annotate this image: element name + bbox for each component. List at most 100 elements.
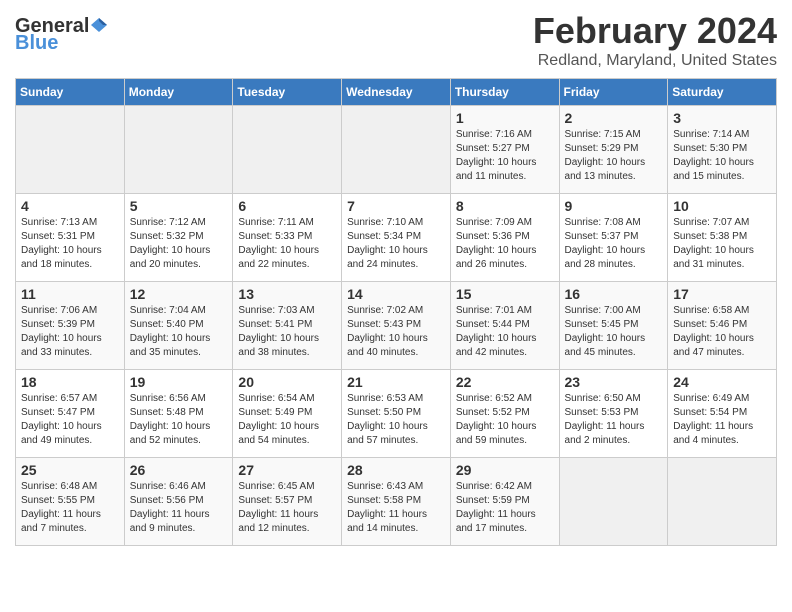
day-cell: 14 Sunrise: 7:02 AM Sunset: 5:43 PM Dayli… xyxy=(342,282,451,370)
week-row-5: 25 Sunrise: 6:48 AM Sunset: 5:55 PM Dayli… xyxy=(16,458,777,546)
day-number: 21 xyxy=(347,374,445,390)
day-cell: 16Sunrise: 7:00 AM Sunset: 5:45 PM Dayli… xyxy=(559,282,668,370)
day-info: Sunrise: 7:03 AM Sunset: 5:41 PM Dayligh… xyxy=(238,304,336,360)
day-number: 29 xyxy=(456,462,554,478)
day-info: Sunrise: 6:43 AM Sunset: 5:58 PM Dayligh… xyxy=(347,480,445,536)
day-number: 16 xyxy=(565,286,663,302)
day-cell: 11 Sunrise: 7:06 AM Sunset: 5:39 PM Dayli… xyxy=(16,282,125,370)
day-cell xyxy=(233,106,342,194)
day-cell: 2 Sunrise: 7:15 AM Sunset: 5:29 PM Daylig… xyxy=(559,106,668,194)
day-info: Sunrise: 7:11 AM Sunset: 5:33 PM Dayligh… xyxy=(238,216,336,272)
day-info: Sunrise: 7:02 AM Sunset: 5:43 PM Dayligh… xyxy=(347,304,445,360)
day-info: Sunrise: 7:09 AM Sunset: 5:36 PM Dayligh… xyxy=(456,216,554,272)
day-info: Sunrise: 7:12 AM Sunset: 5:32 PM Dayligh… xyxy=(130,216,228,272)
day-info: Sunrise: 6:53 AM Sunset: 5:50 PM Dayligh… xyxy=(347,392,445,448)
week-row-2: 4 Sunrise: 7:13 AM Sunset: 5:31 PM Daylig… xyxy=(16,194,777,282)
calendar-table: SundayMondayTuesdayWednesdayThursdayFrid… xyxy=(15,78,777,546)
month-title: February 2024 xyxy=(533,10,777,52)
day-number: 10 xyxy=(673,198,771,214)
day-cell: 13 Sunrise: 7:03 AM Sunset: 5:41 PM Dayli… xyxy=(233,282,342,370)
day-number: 13 xyxy=(238,286,336,302)
day-number: 14 xyxy=(347,286,445,302)
day-number: 11 xyxy=(21,286,119,302)
week-row-3: 11 Sunrise: 7:06 AM Sunset: 5:39 PM Dayli… xyxy=(16,282,777,370)
day-info: Sunrise: 7:16 AM Sunset: 5:27 PM Dayligh… xyxy=(456,128,554,184)
day-cell: 5 Sunrise: 7:12 AM Sunset: 5:32 PM Daylig… xyxy=(124,194,233,282)
day-info: Sunrise: 7:15 AM Sunset: 5:29 PM Dayligh… xyxy=(565,128,663,184)
day-cell: 17 Sunrise: 6:58 AM Sunset: 5:46 PM Dayli… xyxy=(668,282,777,370)
day-cell: 21 Sunrise: 6:53 AM Sunset: 5:50 PM Dayli… xyxy=(342,370,451,458)
day-number: 19 xyxy=(130,374,228,390)
day-info: Sunrise: 6:46 AM Sunset: 5:56 PM Dayligh… xyxy=(130,480,228,536)
day-cell: 27 Sunrise: 6:45 AM Sunset: 5:57 PM Dayli… xyxy=(233,458,342,546)
day-info: Sunrise: 6:54 AM Sunset: 5:49 PM Dayligh… xyxy=(238,392,336,448)
header: General Blue February 2024 Redland, Mary… xyxy=(15,10,777,70)
day-cell: 9 Sunrise: 7:08 AM Sunset: 5:37 PM Daylig… xyxy=(559,194,668,282)
col-header-monday: Monday xyxy=(124,79,233,106)
day-cell: 20Sunrise: 6:54 AM Sunset: 5:49 PM Dayli… xyxy=(233,370,342,458)
day-cell xyxy=(16,106,125,194)
day-number: 24 xyxy=(673,374,771,390)
day-info: Sunrise: 7:13 AM Sunset: 5:31 PM Dayligh… xyxy=(21,216,119,272)
day-cell xyxy=(124,106,233,194)
day-info: Sunrise: 6:48 AM Sunset: 5:55 PM Dayligh… xyxy=(21,480,119,536)
day-cell: 10 Sunrise: 7:07 AM Sunset: 5:38 PM Dayli… xyxy=(668,194,777,282)
day-cell: 4 Sunrise: 7:13 AM Sunset: 5:31 PM Daylig… xyxy=(16,194,125,282)
header-row: SundayMondayTuesdayWednesdayThursdayFrid… xyxy=(16,79,777,106)
day-number: 9 xyxy=(565,198,663,214)
day-cell: 15 Sunrise: 7:01 AM Sunset: 5:44 PM Dayli… xyxy=(450,282,559,370)
day-cell: 1Sunrise: 7:16 AM Sunset: 5:27 PM Daylig… xyxy=(450,106,559,194)
day-number: 3 xyxy=(673,110,771,126)
title-area: February 2024 Redland, Maryland, United … xyxy=(533,10,777,70)
day-info: Sunrise: 6:56 AM Sunset: 5:48 PM Dayligh… xyxy=(130,392,228,448)
day-number: 27 xyxy=(238,462,336,478)
day-info: Sunrise: 6:58 AM Sunset: 5:46 PM Dayligh… xyxy=(673,304,771,360)
col-header-thursday: Thursday xyxy=(450,79,559,106)
day-cell: 29 Sunrise: 6:42 AM Sunset: 5:59 PM Dayli… xyxy=(450,458,559,546)
location-title: Redland, Maryland, United States xyxy=(533,52,777,70)
day-cell: 12Sunrise: 7:04 AM Sunset: 5:40 PM Dayli… xyxy=(124,282,233,370)
day-number: 23 xyxy=(565,374,663,390)
day-info: Sunrise: 7:06 AM Sunset: 5:39 PM Dayligh… xyxy=(21,304,119,360)
day-number: 7 xyxy=(347,198,445,214)
day-number: 4 xyxy=(21,198,119,214)
day-number: 12 xyxy=(130,286,228,302)
day-info: Sunrise: 7:08 AM Sunset: 5:37 PM Dayligh… xyxy=(565,216,663,272)
day-cell: 22 Sunrise: 6:52 AM Sunset: 5:52 PM Dayli… xyxy=(450,370,559,458)
col-header-tuesday: Tuesday xyxy=(233,79,342,106)
col-header-wednesday: Wednesday xyxy=(342,79,451,106)
day-cell xyxy=(559,458,668,546)
day-number: 5 xyxy=(130,198,228,214)
day-number: 26 xyxy=(130,462,228,478)
day-cell: 18 Sunrise: 6:57 AM Sunset: 5:47 PM Dayli… xyxy=(16,370,125,458)
day-cell: 3 Sunrise: 7:14 AM Sunset: 5:30 PM Daylig… xyxy=(668,106,777,194)
day-number: 22 xyxy=(456,374,554,390)
day-info: Sunrise: 6:42 AM Sunset: 5:59 PM Dayligh… xyxy=(456,480,554,536)
day-cell: 6 Sunrise: 7:11 AM Sunset: 5:33 PM Daylig… xyxy=(233,194,342,282)
day-number: 25 xyxy=(21,462,119,478)
day-info: Sunrise: 7:14 AM Sunset: 5:30 PM Dayligh… xyxy=(673,128,771,184)
logo: General Blue xyxy=(15,10,108,55)
logo-icon xyxy=(90,16,108,34)
day-number: 15 xyxy=(456,286,554,302)
day-info: Sunrise: 7:07 AM Sunset: 5:38 PM Dayligh… xyxy=(673,216,771,272)
day-cell: 7Sunrise: 7:10 AM Sunset: 5:34 PM Daylig… xyxy=(342,194,451,282)
week-row-4: 18 Sunrise: 6:57 AM Sunset: 5:47 PM Dayli… xyxy=(16,370,777,458)
day-number: 18 xyxy=(21,374,119,390)
day-cell: 24Sunrise: 6:49 AM Sunset: 5:54 PM Dayli… xyxy=(668,370,777,458)
day-number: 6 xyxy=(238,198,336,214)
logo-blue-text: Blue xyxy=(15,32,58,55)
day-number: 8 xyxy=(456,198,554,214)
day-cell: 26 Sunrise: 6:46 AM Sunset: 5:56 PM Dayli… xyxy=(124,458,233,546)
day-cell: 8 Sunrise: 7:09 AM Sunset: 5:36 PM Daylig… xyxy=(450,194,559,282)
col-header-sunday: Sunday xyxy=(16,79,125,106)
day-number: 2 xyxy=(565,110,663,126)
day-number: 17 xyxy=(673,286,771,302)
day-info: Sunrise: 6:57 AM Sunset: 5:47 PM Dayligh… xyxy=(21,392,119,448)
day-info: Sunrise: 6:45 AM Sunset: 5:57 PM Dayligh… xyxy=(238,480,336,536)
day-info: Sunrise: 7:01 AM Sunset: 5:44 PM Dayligh… xyxy=(456,304,554,360)
day-cell xyxy=(342,106,451,194)
week-row-1: 1Sunrise: 7:16 AM Sunset: 5:27 PM Daylig… xyxy=(16,106,777,194)
day-cell: 28Sunrise: 6:43 AM Sunset: 5:58 PM Dayli… xyxy=(342,458,451,546)
day-info: Sunrise: 6:52 AM Sunset: 5:52 PM Dayligh… xyxy=(456,392,554,448)
